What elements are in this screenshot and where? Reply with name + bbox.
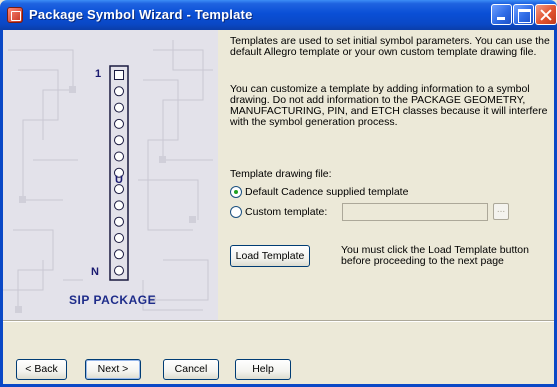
- first-pin-label: 1: [95, 68, 102, 80]
- back-button[interactable]: < Back: [16, 359, 67, 380]
- pin-round: [114, 249, 124, 260]
- pin-round: [114, 118, 124, 129]
- pin-column: [114, 70, 124, 276]
- pin-round: [114, 102, 124, 113]
- pin-round: [114, 151, 124, 162]
- sip-package-illustration: U 1 N SIP PACKAGE: [3, 30, 218, 320]
- close-button[interactable]: [535, 4, 557, 25]
- circuit-board-graphic: U: [3, 40, 213, 313]
- customize-text: You can customize a template by adding i…: [230, 83, 548, 128]
- pin-round: [114, 216, 124, 227]
- last-pin-label: N: [91, 266, 99, 278]
- pin-round: [114, 86, 124, 97]
- custom-template-input[interactable]: [342, 203, 488, 221]
- app-icon: [7, 7, 23, 23]
- load-template-note: You must click the Load Template button …: [341, 244, 529, 267]
- pin-round: [114, 233, 124, 243]
- pin-round: [114, 200, 124, 211]
- pin-round: [114, 265, 124, 276]
- cursor-mark: U: [115, 174, 123, 186]
- next-button[interactable]: Next >: [85, 359, 141, 380]
- pin-1-square: [114, 70, 124, 80]
- browse-button[interactable]: ...: [493, 203, 509, 220]
- circuit-traces: [3, 40, 213, 311]
- footer-divider-highlight: [3, 321, 554, 322]
- template-file-label: Template drawing file:: [230, 168, 332, 180]
- maximize-button[interactable]: [513, 4, 534, 25]
- package-type-label: SIP PACKAGE: [69, 293, 157, 307]
- pin-round: [114, 135, 124, 146]
- load-template-button[interactable]: Load Template: [230, 245, 310, 267]
- minimize-button[interactable]: [491, 4, 512, 25]
- custom-template-radio[interactable]: [230, 206, 242, 218]
- intro-text: Templates are used to set initial symbol…: [230, 35, 550, 58]
- help-button[interactable]: Help: [235, 359, 291, 380]
- title-bar[interactable]: Package Symbol Wizard - Template: [0, 0, 557, 30]
- default-template-label[interactable]: Default Cadence supplied template: [245, 186, 408, 198]
- window-title: Package Symbol Wizard - Template: [29, 7, 253, 22]
- custom-template-label[interactable]: Custom template:: [245, 206, 327, 218]
- default-template-radio[interactable]: [230, 186, 242, 198]
- cancel-button[interactable]: Cancel: [163, 359, 219, 380]
